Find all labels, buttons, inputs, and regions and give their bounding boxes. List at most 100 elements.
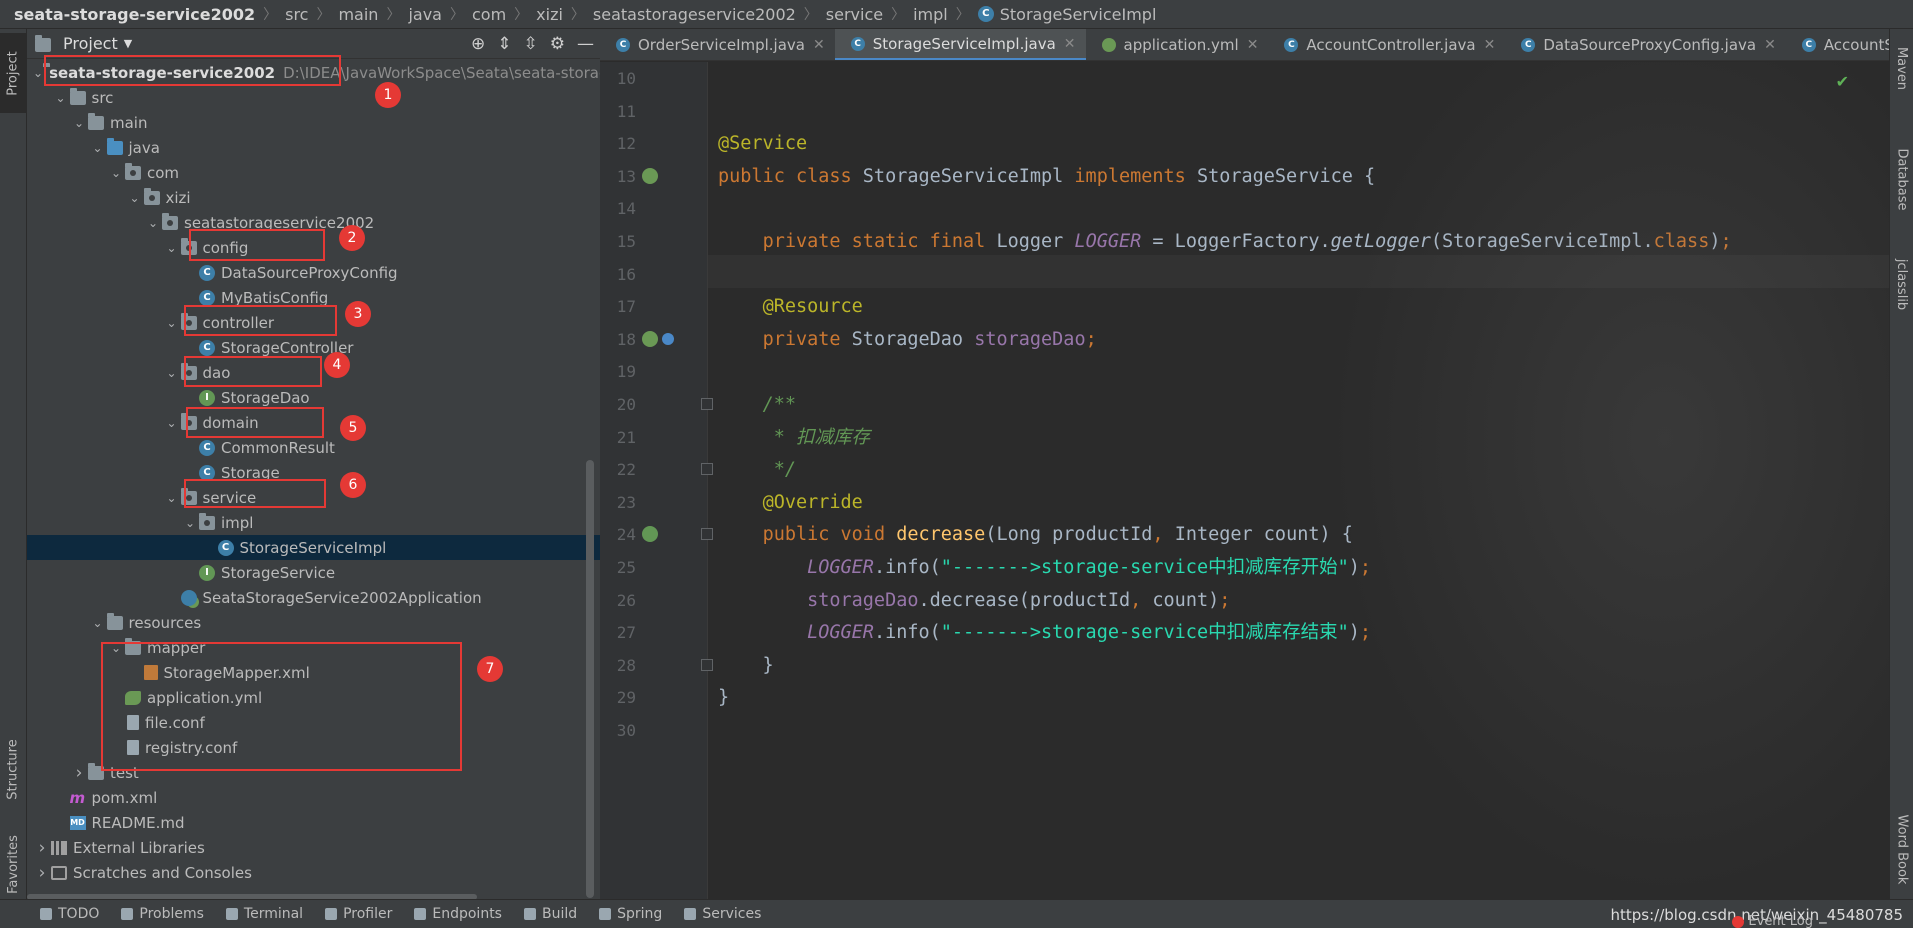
chevron-down-icon[interactable]: ⌄: [181, 516, 199, 530]
problems-tool-button[interactable]: Problems: [121, 906, 204, 922]
collapse-all-icon[interactable]: ⇳: [524, 34, 538, 54]
fold-marker-icon[interactable]: [701, 528, 713, 541]
chevron-down-icon[interactable]: ⌄: [144, 216, 162, 230]
chevron-down-icon[interactable]: ⌄: [89, 141, 107, 155]
tree-node[interactable]: SeataStorageService2002Application: [27, 585, 600, 610]
fold-marker-icon[interactable]: [701, 658, 713, 671]
breadcrumb-item[interactable]: xizi: [536, 5, 563, 24]
tree-node[interactable]: ⌄ com: [27, 160, 600, 185]
code-line[interactable]: public void decrease(Long productId, Int…: [718, 518, 1353, 551]
chevron-down-icon[interactable]: ⌄: [107, 166, 125, 180]
editor-tab[interactable]: application.yml ✕: [1086, 29, 1269, 60]
code-line[interactable]: LOGGER.info("------->storage-service中扣减库…: [718, 616, 1371, 649]
code-editor[interactable]: 10 11 12 13 14 15 16 17 18 19 20 21 22 23 24 25 26 27 28 29…: [600, 62, 1889, 899]
breadcrumb-item[interactable]: impl: [913, 5, 948, 24]
editor-tab[interactable]: C StorageServiceImpl.java ✕: [834, 29, 1086, 60]
chevron-down-icon[interactable]: ⌄: [89, 616, 107, 630]
code-line[interactable]: @Resource: [718, 290, 863, 323]
chevron-down-icon[interactable]: ⌄: [33, 66, 43, 80]
code-line[interactable]: }: [718, 681, 729, 714]
spring-tool-button[interactable]: Spring: [599, 906, 662, 922]
terminal-tool-button[interactable]: Terminal: [225, 906, 303, 922]
code-line[interactable]: @Override: [718, 486, 863, 519]
code-line[interactable]: private StorageDao storageDao;: [718, 323, 1097, 356]
favorites-tool-tab[interactable]: Favorites: [0, 829, 27, 899]
breadcrumb-item[interactable]: service: [826, 5, 883, 24]
chevron-down-icon[interactable]: ⌄: [126, 191, 144, 205]
database-tool-tab[interactable]: Database: [1890, 129, 1913, 229]
tree-node[interactable]: C DataSourceProxyConfig: [27, 260, 600, 285]
tree-node[interactable]: m pom.xml: [27, 785, 600, 810]
todo-tool-button[interactable]: TODO: [40, 906, 99, 922]
editor-tab[interactable]: C OrderServiceImpl.java ✕: [600, 29, 835, 60]
event-log-button[interactable]: Event Log: [1732, 914, 1813, 928]
chevron-down-icon[interactable]: ⌄: [163, 491, 181, 505]
editor-tab[interactable]: C AccountController.java ✕: [1268, 29, 1505, 60]
code-line[interactable]: LOGGER.info("------->storage-service中扣减库…: [718, 551, 1371, 584]
fold-marker-icon[interactable]: [701, 463, 713, 476]
code-line[interactable]: storageDao.decrease(productId, count);: [718, 584, 1230, 617]
project-view-selector[interactable]: Project ▼: [35, 34, 132, 53]
project-tool-tab[interactable]: Project: [0, 33, 27, 113]
code-line[interactable]: @Service: [718, 127, 807, 160]
editor-tab[interactable]: C AccountServ: [1786, 29, 1889, 60]
code-line[interactable]: * 扣减库存: [718, 421, 870, 454]
fold-marker-icon[interactable]: [701, 398, 713, 410]
editor-tab[interactable]: C DataSourceProxyConfig.java ✕: [1505, 29, 1785, 60]
chevron-right-icon[interactable]: ›: [33, 838, 51, 858]
tree-node[interactable]: › External Libraries: [27, 835, 600, 860]
close-icon[interactable]: ✕: [813, 37, 825, 53]
code-line[interactable]: */: [718, 453, 796, 486]
code-line[interactable]: }: [718, 649, 774, 682]
breadcrumb-item[interactable]: com: [472, 5, 506, 24]
tree-node[interactable]: ⌄ java: [27, 135, 600, 160]
tree-node[interactable]: MD README.md: [27, 810, 600, 835]
chevron-down-icon[interactable]: ⌄: [163, 416, 181, 430]
chevron-down-icon[interactable]: ⌄: [70, 116, 88, 130]
tree-node[interactable]: ⌄ xizi: [27, 185, 600, 210]
locate-icon[interactable]: ⊕: [471, 34, 485, 54]
profiler-tool-button[interactable]: Profiler: [325, 906, 392, 922]
bean-navigation-icon[interactable]: [642, 330, 658, 347]
tree-node[interactable]: C CommonResult: [27, 435, 600, 460]
close-icon[interactable]: ✕: [1484, 37, 1496, 53]
vertical-scrollbar[interactable]: [586, 460, 594, 898]
close-icon[interactable]: ✕: [1764, 37, 1776, 53]
close-icon[interactable]: ✕: [1247, 37, 1259, 53]
expand-all-icon[interactable]: ⇕: [497, 34, 511, 54]
services-tool-button[interactable]: Services: [684, 906, 761, 922]
code-line[interactable]: /**: [718, 388, 796, 421]
build-tool-button[interactable]: Build: [523, 906, 577, 922]
structure-tool-tab[interactable]: Structure: [0, 729, 27, 809]
breadcrumb-item[interactable]: seata-storage-service2002: [14, 5, 255, 24]
tree-node[interactable]: I StorageService: [27, 560, 600, 585]
chevron-down-icon[interactable]: ⌄: [163, 241, 181, 255]
breadcrumb-item[interactable]: C StorageServiceImpl: [977, 5, 1156, 24]
chevron-down-icon[interactable]: ⌄: [163, 366, 181, 380]
code-line[interactable]: public class StorageServiceImpl implemen…: [718, 160, 1375, 193]
hide-icon[interactable]: —: [577, 34, 594, 54]
breadcrumb-item[interactable]: src: [285, 5, 308, 24]
tree-node[interactable]: ⌄ src: [27, 85, 600, 110]
chevron-down-icon[interactable]: ⌄: [163, 316, 181, 330]
wordbook-tool-tab[interactable]: Word Book: [1890, 799, 1913, 899]
tree-node[interactable]: ⌄ resources: [27, 610, 600, 635]
chevron-down-icon[interactable]: ⌄: [52, 91, 70, 105]
tree-node[interactable]: C StorageServiceImpl: [27, 535, 600, 560]
close-icon[interactable]: ✕: [1064, 36, 1076, 52]
jclasslib-tool-tab[interactable]: jclasslib: [1890, 239, 1913, 329]
override-marker-icon[interactable]: [642, 526, 658, 543]
endpoints-tool-button[interactable]: Endpoints: [414, 906, 502, 922]
gear-icon[interactable]: ⚙: [550, 34, 565, 54]
line-number: 23: [616, 492, 636, 512]
tree-node[interactable]: › Scratches and Consoles: [27, 860, 600, 885]
chevron-right-icon[interactable]: ›: [70, 763, 88, 783]
breadcrumb-item[interactable]: java: [408, 5, 442, 24]
implemented-marker-icon[interactable]: [642, 167, 658, 184]
maven-tool-tab[interactable]: Maven: [1890, 33, 1913, 103]
breadcrumb-item[interactable]: seatastorageservice2002: [593, 5, 796, 24]
tree-node[interactable]: ⌄ impl: [27, 510, 600, 535]
breadcrumb-item[interactable]: main: [338, 5, 378, 24]
tree-node[interactable]: ⌄ main: [27, 110, 600, 135]
chevron-right-icon[interactable]: ›: [33, 863, 51, 883]
